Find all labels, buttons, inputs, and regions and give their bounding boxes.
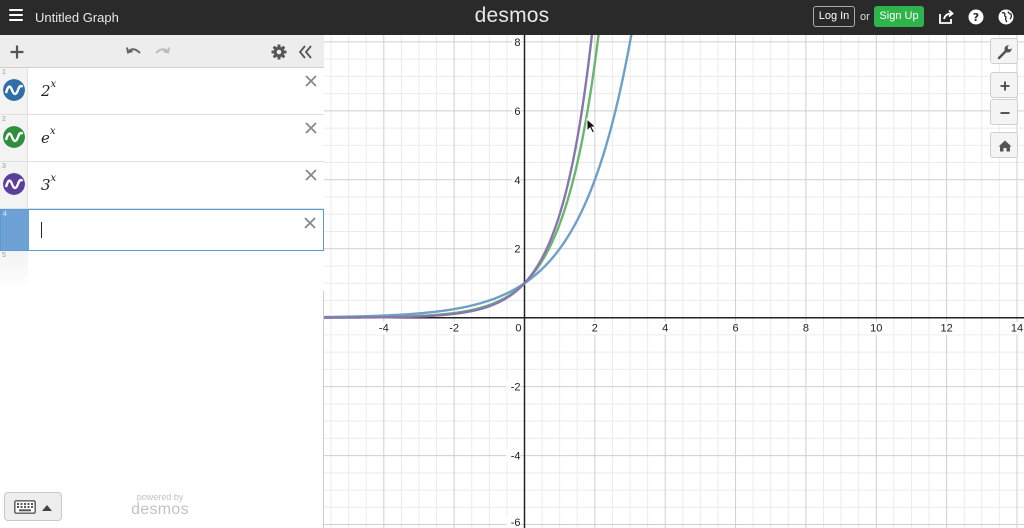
tick-label: 6 (514, 106, 520, 118)
gear-icon[interactable] (270, 43, 288, 61)
expression-gutter: 4 (1, 210, 29, 250)
expression-toolbar (0, 35, 324, 68)
tick-label: 10 (870, 323, 882, 335)
tick-label: 14 (1011, 323, 1023, 335)
expression-row-active[interactable]: 4 (0, 209, 324, 251)
expression-gutter: 1 (0, 68, 28, 114)
double-chevron-left-icon[interactable] (297, 43, 315, 61)
expression-number: 4 (3, 211, 7, 218)
plus-icon (1000, 81, 1010, 91)
undo-icon[interactable] (125, 43, 143, 61)
tick-label: 8 (514, 37, 520, 49)
expression-list: 1 2x 2 ex 3 3x 4 5 (0, 68, 324, 291)
expression-gutter: 5 (0, 251, 28, 291)
text-cursor (41, 222, 42, 238)
minus-icon (1000, 112, 1010, 114)
tick-label: 8 (803, 323, 809, 335)
tick-label: 0 (515, 323, 521, 335)
graph-toggle-icon[interactable] (3, 79, 25, 101)
home-view-button[interactable] (990, 132, 1018, 158)
tick-label: 4 (662, 323, 668, 335)
expression-panel: 1 2x 2 ex 3 3x 4 5 powered by desmos (0, 35, 324, 528)
powered-by-desmos[interactable]: powered by desmos (110, 492, 210, 519)
globe-icon[interactable] (997, 8, 1015, 26)
close-icon[interactable] (304, 121, 318, 135)
graph-plot[interactable]: -4 -2 0 2 4 6 8 10 12 14 -6 -4 -2 2 4 6 8 (324, 35, 1024, 528)
desmos-logo: desmos (474, 4, 550, 27)
signup-button[interactable]: Sign Up (874, 6, 924, 27)
tick-label: 2 (514, 244, 520, 256)
grid-minor (324, 35, 1024, 528)
home-icon (998, 140, 1012, 152)
powered-by-logo: desmos (131, 501, 189, 518)
expression-number: 3 (2, 163, 6, 170)
axes (324, 35, 1024, 528)
expression-math[interactable]: 3x (41, 173, 57, 194)
graph-toggle-icon[interactable] (3, 173, 25, 195)
desmos-app: Untitled Graph desmos Log In or Sign Up … (0, 0, 1024, 528)
caret-up-icon (42, 505, 52, 511)
math-exponent: x (50, 173, 57, 184)
expression-math[interactable]: ex (41, 126, 56, 147)
expression-row[interactable]: 3 3x (0, 162, 324, 209)
share-icon[interactable] (937, 8, 955, 26)
tick-label: -4 (511, 451, 521, 463)
redo-icon[interactable] (153, 43, 171, 61)
expression-row-empty[interactable]: 5 (0, 251, 324, 291)
tick-label: -4 (379, 323, 389, 335)
math-base: e (41, 129, 50, 147)
top-bar: Untitled Graph desmos Log In or Sign Up … (0, 0, 1024, 35)
wrench-icon (997, 45, 1012, 60)
keyboard-icon (14, 500, 36, 514)
expression-gutter: 3 (0, 162, 28, 208)
zoom-in-button[interactable] (990, 72, 1018, 98)
hamburger-icon[interactable] (9, 9, 23, 23)
close-icon[interactable] (303, 216, 317, 230)
expression-number: 5 (2, 252, 6, 259)
tick-label: 2 (592, 323, 598, 335)
tick-label: 6 (732, 323, 738, 335)
svg-text:?: ? (973, 11, 979, 24)
expression-math[interactable]: 2x (41, 79, 57, 100)
graph-canvas[interactable]: -4 -2 0 2 4 6 8 10 12 14 -6 -4 -2 2 4 6 8 (324, 35, 1024, 528)
math-base: 3 (41, 176, 51, 194)
curve-line[interactable] (324, 35, 594, 319)
math-exponent: x (50, 79, 57, 90)
math-base: 2 (41, 82, 51, 100)
zoom-out-button[interactable] (990, 99, 1018, 125)
expression-gutter: 2 (0, 115, 28, 161)
close-icon[interactable] (304, 74, 318, 88)
expression-row[interactable]: 2 ex (0, 115, 324, 162)
grid-major (324, 35, 1024, 528)
expression-number: 1 (2, 69, 6, 76)
curves (324, 35, 633, 319)
plus-icon[interactable] (8, 43, 26, 61)
help-icon[interactable]: ? (967, 8, 985, 26)
tick-label: -6 (511, 517, 521, 528)
math-exponent: x (49, 126, 56, 137)
graph-toggle-icon[interactable] (3, 126, 25, 148)
login-button[interactable]: Log In (813, 6, 855, 27)
tick-label: 4 (514, 175, 520, 187)
tick-label: -2 (511, 382, 521, 394)
or-label: or (860, 11, 870, 23)
graph-title[interactable]: Untitled Graph (35, 10, 119, 25)
graph-settings-button[interactable] (990, 38, 1018, 64)
close-icon[interactable] (304, 168, 318, 182)
expression-number: 2 (2, 116, 6, 123)
expression-row[interactable]: 1 2x (0, 68, 324, 115)
tick-label: 12 (940, 323, 952, 335)
curve-line[interactable] (324, 35, 601, 319)
keyboard-toggle-button[interactable] (4, 492, 62, 521)
tick-label: -2 (449, 323, 459, 335)
